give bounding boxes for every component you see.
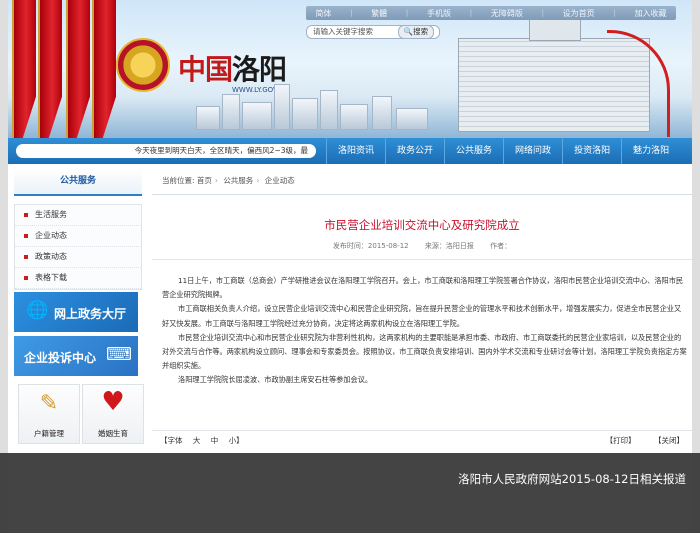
menu-gov-affairs[interactable]: 政务公开 [385,138,444,164]
article-paragraph: 市民营企业培训交流中心和市民营企业研究院为非营利性机构，这两家机构的主要职能是承… [162,332,687,371]
link-simplified[interactable]: 简体 [315,8,331,19]
complaint-center-banner[interactable]: 企业投诉中心 ⌨ [14,336,138,376]
link-set-homepage[interactable]: 设为首页 [563,8,595,19]
sidebar-item-policy-news[interactable]: 政策动态 [15,247,141,268]
search-icon: 🔍 [403,27,414,36]
national-emblem-icon [116,38,170,92]
tile-label: 户籍管理 [34,429,64,438]
font-size-label: 【字体 [160,436,183,445]
caption-bar: 洛阳市人民政府网站2015-08-12日相关报道 [0,453,700,533]
tile-household-registration[interactable]: ✎ 户籍管理 [18,384,80,444]
red-flag [14,0,36,138]
globe-icon: 🌐 [26,300,49,321]
heart-icon: ♥ [101,387,125,417]
article-author: 作者： [490,242,512,250]
article-title: 市民营企业培训交流中心及研究院成立 [324,218,520,232]
red-flag [94,0,116,138]
breadcrumb-home[interactable]: 首页 [197,176,212,185]
print-button[interactable]: 【打印】 [606,436,636,445]
flag-pole [38,0,40,138]
link-add-favorite[interactable]: 加入收藏 [635,8,667,19]
article-footer: 【字体 大 中 小】 【打印】 【关闭】 [152,430,692,449]
article-meta: 发布时间：2015-08-12 来源：洛阳日报 作者： [152,241,692,251]
breadcrumb-public-service[interactable]: 公共服务 [223,176,253,185]
complaint-center-label: 企业投诉中心 [24,351,97,365]
sidebar-item-life-service[interactable]: 生活服务 [15,205,141,226]
keyboard-icon: ⌨ [106,344,132,365]
font-size-big[interactable]: 大 [193,436,201,445]
sidebar-title: 公共服务 [14,168,142,196]
article-body: 11日上午，市工商联（总商会）产学研推进会议在洛阳理工学院召开。会上，市工商联和… [152,260,692,388]
font-size-mid[interactable]: 中 [211,436,219,445]
menu-charm-luoyang[interactable]: 魅力洛阳 [621,138,680,164]
article-paragraph: 洛阳理工学院院长屈凌波、市政协副主席安石柱等参加会议。 [178,375,373,385]
online-hall-label: 网上政务大厅 [54,307,127,321]
tile-label: 婚姻生育 [98,429,128,438]
menu-invest-luoyang[interactable]: 投资洛阳 [562,138,621,164]
search-button[interactable]: 🔍搜索 [398,25,434,39]
sidebar-list: 生活服务 企业动态 政策动态 表格下载 [14,204,142,290]
top-links-bar: 简体 | 繁體 | 手机版 | 无障碍版 | 设为首页 | 加入收藏 [306,6,676,20]
breadcrumb: 当前位置: 首页 › 公共服务 › 企业动态 [152,168,692,195]
link-traditional[interactable]: 繁體 [371,8,387,19]
sidebar-item-enterprise-news[interactable]: 企业动态 [15,226,141,247]
header-banner: 中国洛阳 WWW.LY.GOV.CN 简体 | 繁體 | 手机版 | 无障碍版 | 设为… [8,0,692,138]
caption-text: 洛阳市人民政府网站2015-08-12日相关报道 [458,472,686,486]
font-size-switcher: 【字体 大 中 小】 [160,435,244,446]
service-tiles: ✎ 户籍管理 ♥ 婚姻生育 [18,384,144,453]
article-actions: 【打印】 【关闭】 [590,435,684,446]
main-menu: 洛阳资讯 政务公开 公共服务 网络问政 投资洛阳 魅力洛阳 [326,138,680,164]
main-content: 当前位置: 首页 › 公共服务 › 企业动态 市民营企业培训交流中心及研究院成立 发… [152,168,692,453]
article-paragraph: 市工商联相关负责人介绍，设立民营企业培训交流中心和民营企业研究院，旨在提升民营企… [162,304,682,328]
sidebar-item-form-download[interactable]: 表格下载 [15,268,141,289]
flag-pole [92,0,94,138]
tile-marriage-birth[interactable]: ♥ 婚姻生育 [82,384,144,444]
search-button-label: 搜索 [413,27,429,36]
article-source: 来源：洛阳日报 [424,242,474,250]
link-accessible[interactable]: 无障碍版 [491,8,523,19]
close-button[interactable]: 【关闭】 [654,436,684,445]
menu-public-service[interactable]: 公共服务 [444,138,503,164]
menu-online-inquiry[interactable]: 网络问政 [503,138,562,164]
flag-pole [66,0,68,138]
red-flag [68,0,90,138]
red-flag [40,0,62,138]
document-icon: ✎ [39,391,59,416]
weather-ticker: 今天夜里到明天白天，全区晴天，偏西风2~3级，最 [16,144,316,158]
online-hall-banner[interactable]: 🌐 网上政务大厅 [14,292,138,332]
breadcrumb-enterprise-news[interactable]: 企业动态 [265,176,295,185]
link-mobile[interactable]: 手机版 [427,8,451,19]
publish-time: 发布时间：2015-08-12 [332,242,409,250]
red-arch-sculpture [607,30,670,137]
menu-luoyang-news[interactable]: 洛阳资讯 [326,138,385,164]
article-paragraph: 11日上午，市工商联（总商会）产学研推进会议在洛阳理工学院召开。会上，市工商联和… [162,276,684,300]
breadcrumb-prefix: 当前位置: [162,176,195,185]
font-size-small[interactable]: 小】 [229,436,244,445]
flag-pole [12,0,14,138]
